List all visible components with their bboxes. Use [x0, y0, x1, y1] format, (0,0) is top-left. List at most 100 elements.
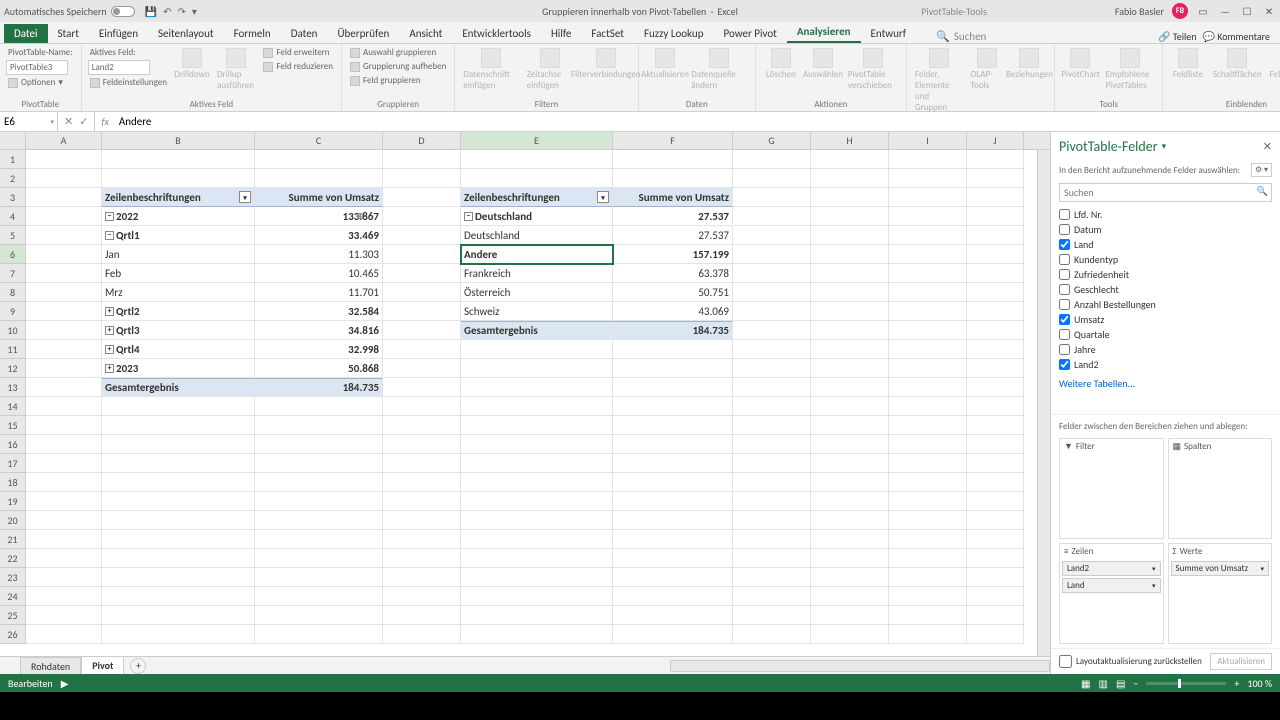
fx-icon[interactable]: fx [95, 115, 114, 128]
cell[interactable] [26, 150, 102, 169]
field-item[interactable]: Umsatz [1059, 313, 1272, 326]
cell[interactable] [889, 492, 967, 511]
row-header-18[interactable]: 18 [0, 473, 26, 492]
cell[interactable] [26, 340, 102, 359]
cell[interactable] [102, 549, 255, 568]
filter-icon[interactable]: ▾ [597, 191, 609, 203]
cell[interactable] [383, 188, 461, 207]
cell[interactable] [255, 587, 383, 606]
field-checkbox[interactable] [1059, 209, 1070, 220]
cell[interactable]: + Qrtl3 [102, 321, 255, 340]
datenquelle-button[interactable]: Datenquelle ändern [689, 46, 749, 93]
cell[interactable] [26, 568, 102, 587]
cell[interactable] [889, 568, 967, 587]
cell[interactable] [613, 340, 733, 359]
cell[interactable] [889, 625, 967, 644]
cell[interactable]: 32.998 [255, 340, 383, 359]
cell[interactable] [613, 568, 733, 587]
loeschen-button[interactable]: Löschen [762, 46, 800, 82]
cell[interactable] [26, 473, 102, 492]
cell[interactable] [811, 416, 889, 435]
empfohlene-button[interactable]: Empfohlene PivotTables [1103, 46, 1155, 93]
view-pagebreak-icon[interactable]: ▤ [1116, 677, 1125, 690]
cell[interactable] [461, 359, 613, 378]
cell[interactable] [733, 568, 811, 587]
col-header-e[interactable]: E [461, 132, 613, 149]
expand-icon[interactable]: + [105, 364, 114, 373]
cell[interactable] [967, 264, 1024, 283]
cell[interactable]: 50.751 [613, 283, 733, 302]
cell[interactable] [967, 511, 1024, 530]
cell[interactable] [383, 473, 461, 492]
cell[interactable]: Summe von Umsatz [255, 188, 383, 207]
row-pill-land[interactable]: Land▾ [1062, 578, 1161, 593]
field-checkbox[interactable] [1059, 284, 1070, 295]
tab-start[interactable]: Start [48, 24, 89, 43]
cell[interactable] [889, 473, 967, 492]
cell[interactable] [383, 530, 461, 549]
cell[interactable] [811, 568, 889, 587]
cell[interactable]: Zeilenbeschriftungen▾ [102, 188, 255, 207]
cell[interactable] [967, 435, 1024, 454]
cell[interactable] [26, 283, 102, 302]
gruppierung-aufheben-button[interactable]: Gruppierung aufheben [348, 60, 448, 73]
cell[interactable] [102, 473, 255, 492]
cell[interactable] [613, 511, 733, 530]
maximize-icon[interactable]: ☐ [1240, 4, 1254, 18]
feldliste-button[interactable]: Feldliste [1169, 46, 1207, 82]
cell[interactable] [613, 169, 733, 188]
cell[interactable] [811, 378, 889, 397]
cell[interactable] [255, 606, 383, 625]
cell[interactable] [255, 530, 383, 549]
cell[interactable] [889, 226, 967, 245]
cell[interactable] [733, 492, 811, 511]
cell[interactable] [461, 397, 613, 416]
cell[interactable] [26, 321, 102, 340]
cell[interactable] [613, 473, 733, 492]
field-item[interactable]: Lfd. Nr. [1059, 208, 1272, 221]
cell[interactable] [811, 549, 889, 568]
defer-layout-checkbox[interactable] [1059, 655, 1072, 668]
cell[interactable] [102, 587, 255, 606]
cell[interactable] [383, 587, 461, 606]
cell[interactable] [102, 511, 255, 530]
optionen-button[interactable]: Optionen ▾ [6, 76, 75, 89]
cell[interactable] [733, 264, 811, 283]
auswahl-gruppieren-button[interactable]: Auswahl gruppieren [348, 46, 448, 59]
cell[interactable] [383, 207, 461, 226]
tab-daten[interactable]: Daten [281, 24, 328, 43]
filter-icon[interactable]: ▾ [239, 191, 251, 203]
cell[interactable] [26, 245, 102, 264]
cell[interactable] [461, 454, 613, 473]
cell[interactable]: Frankreich [461, 264, 613, 283]
row-header-8[interactable]: 8 [0, 283, 26, 302]
area-rows[interactable]: ≡Zeilen Land2▾ Land▾ [1059, 543, 1164, 644]
undo-icon[interactable]: ↶ [163, 5, 171, 18]
cell[interactable] [733, 302, 811, 321]
row-header-26[interactable]: 26 [0, 625, 26, 644]
qat-more-icon[interactable]: ▾ [192, 5, 197, 18]
row-header-21[interactable]: 21 [0, 530, 26, 549]
cell[interactable] [889, 606, 967, 625]
field-checkbox[interactable] [1059, 269, 1070, 280]
cell[interactable] [889, 340, 967, 359]
row-header-25[interactable]: 25 [0, 606, 26, 625]
cell[interactable] [383, 397, 461, 416]
cell[interactable] [811, 188, 889, 207]
tab-ansicht[interactable]: Ansicht [399, 24, 452, 43]
cell[interactable]: 34.816 [255, 321, 383, 340]
ribbon-display-icon[interactable]: ▭ [1196, 4, 1210, 18]
cell[interactable]: Gesamtergebnis [102, 378, 255, 397]
row-header-2[interactable]: 2 [0, 169, 26, 188]
cell[interactable] [383, 416, 461, 435]
cell[interactable]: − Qrtl1 [102, 226, 255, 245]
cell[interactable] [255, 568, 383, 587]
cell[interactable] [613, 378, 733, 397]
cell[interactable]: Andere [461, 245, 613, 264]
cell[interactable] [967, 226, 1024, 245]
cell[interactable] [733, 188, 811, 207]
cell[interactable] [733, 340, 811, 359]
filterverbindungen-button[interactable]: Filterverbindungen [580, 46, 632, 82]
pane-settings-icon[interactable]: ⚙ ▾ [1251, 163, 1272, 177]
cell[interactable]: 32.584 [255, 302, 383, 321]
